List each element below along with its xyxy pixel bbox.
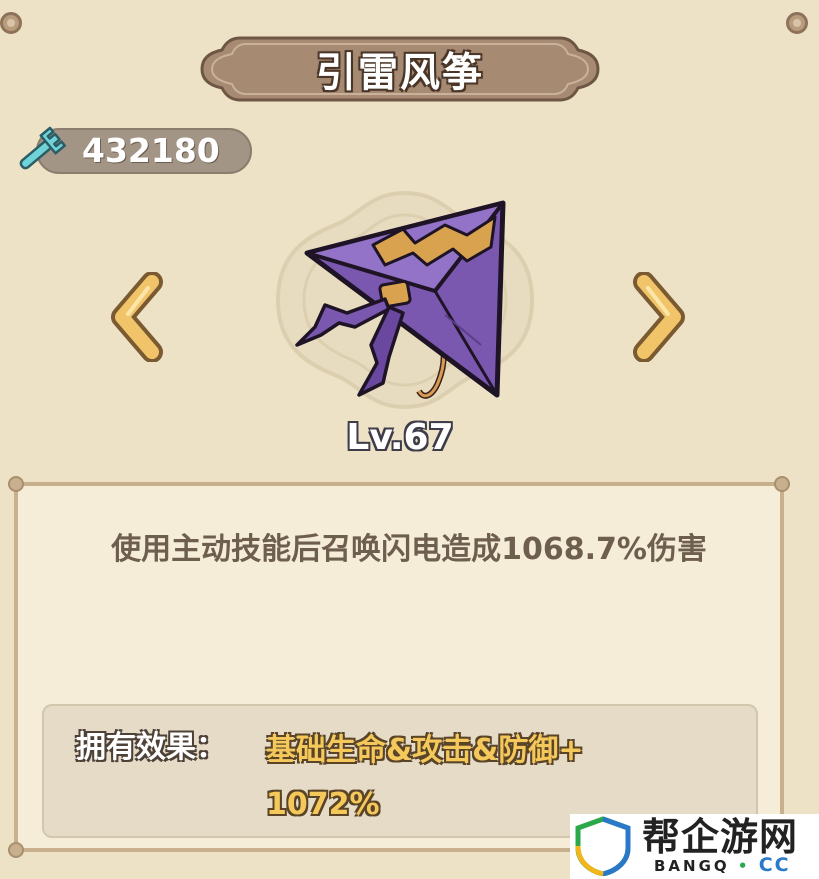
watermark: 帮企游网 BANGQ • CC xyxy=(570,814,819,879)
effect-label: 拥有效果： xyxy=(76,730,226,765)
chevron-right-icon[interactable] xyxy=(628,272,688,362)
watermark-subtitle: BANGQ • CC xyxy=(654,854,791,876)
panel-corner-rivet xyxy=(774,476,790,492)
watermark-cc: CC xyxy=(758,854,791,876)
currency-value: 432180 xyxy=(82,131,220,170)
item-level: Lv.67 xyxy=(346,417,454,458)
watermark-dot: • xyxy=(737,857,751,875)
purple-kite-icon xyxy=(295,200,506,399)
watermark-sub-text: BANGQ xyxy=(654,857,730,875)
wrench-icon xyxy=(19,126,66,170)
chevron-left-icon[interactable] xyxy=(108,272,168,362)
panel-corner-rivet xyxy=(8,842,24,858)
panel-corner-rivet xyxy=(8,476,24,492)
corner-rivet-top-right xyxy=(786,12,808,34)
skill-description: 使用主动技能后召唤闪电造成1068.7%伤害 xyxy=(111,532,707,567)
currency-display: 432180 xyxy=(8,124,252,178)
title-banner: 引雷风筝 xyxy=(200,30,600,108)
page-title: 引雷风筝 xyxy=(316,50,484,96)
corner-rivet-top-left xyxy=(0,12,22,34)
effect-value-line1: 基础生命&攻击&防御+ xyxy=(266,733,584,768)
watermark-title: 帮企游网 xyxy=(642,815,799,859)
shield-logo-icon xyxy=(575,816,631,876)
